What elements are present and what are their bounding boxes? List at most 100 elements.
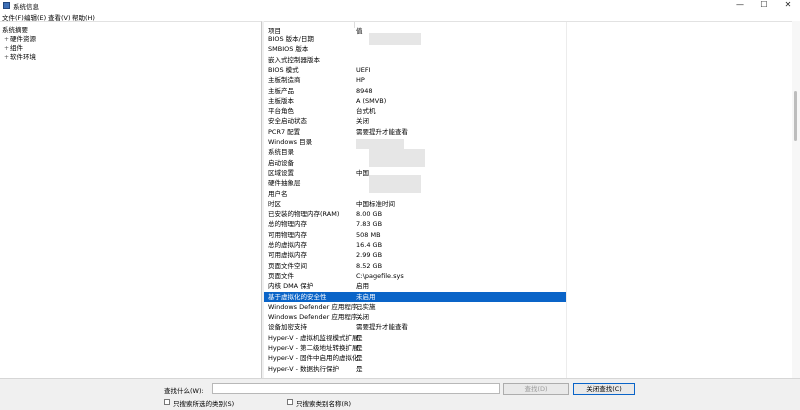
table-row[interactable]: 嵌入式控制器版本	[264, 55, 566, 65]
row-value: 是	[356, 354, 363, 363]
row-value: 中国	[356, 168, 369, 177]
row-value: 16.4 GB	[356, 241, 383, 249]
row-item-label: 平台角色	[268, 107, 294, 116]
table-row[interactable]: 基于虚拟化的安全性 未启用	[264, 291, 566, 302]
app-icon	[3, 2, 10, 9]
row-value: 已实施	[356, 302, 376, 311]
row-item-label: 系统目录	[268, 148, 294, 157]
close-find-button[interactable]: 关闭查找(C)	[573, 383, 635, 395]
redacted-block	[369, 149, 425, 167]
row-item-label: Windows 目录	[268, 138, 313, 146]
row-value: 是	[356, 344, 363, 352]
window-title: 系统信息	[13, 3, 39, 11]
scrollbar-thumb[interactable]	[794, 91, 797, 141]
table-row[interactable]: Hyper-V - 第二级地址转换扩展是	[264, 343, 566, 353]
row-item-label: 总的物理内存	[268, 220, 307, 229]
find-button[interactable]: 查找(D)	[503, 383, 569, 395]
row-value: 是	[356, 364, 363, 373]
row-value: 508 MB	[356, 230, 381, 239]
search-category-names-label: 只搜索类别名称(R)	[296, 400, 352, 408]
row-item-label: 区域设置	[268, 168, 294, 177]
row-item-label: SMBIOS 版本	[268, 45, 309, 54]
row-value: A (SMVB)	[356, 96, 387, 105]
table-row[interactable]: 主板版本 A (SMVB)	[264, 96, 566, 106]
table-row[interactable]: Windows Defender 应用程序... 关闭	[264, 312, 566, 322]
row-item-label: 可用虚拟内存	[268, 251, 307, 260]
row-item-label: 内核 DMA 保护	[268, 282, 314, 291]
row-value: 8.00 GB	[356, 210, 383, 219]
menu-bar: 文件(F) 编辑(E) 查看(V) 帮助(H)	[0, 11, 800, 22]
row-item-label: BIOS 版本/日期	[268, 35, 314, 43]
row-item-label: Hyper-V - 第二级地址转换扩展	[268, 344, 359, 352]
table-row[interactable]: Hyper-V - 虚拟机监视模式扩展是	[264, 333, 566, 343]
table-row[interactable]: Windows 目录	[264, 137, 566, 147]
row-value: C:\pagefile.sys	[356, 271, 404, 280]
row-item-label: 设备加密支持	[268, 323, 307, 332]
table-row[interactable]: Hyper-V - 数据执行保护 是	[264, 364, 566, 374]
table-row[interactable]: BIOS 模式 UEFI	[264, 65, 566, 75]
find-input[interactable]	[212, 383, 500, 394]
table-row[interactable]: 页面文件 C:\pagefile.sys	[264, 271, 566, 281]
minimize-button[interactable]: —	[728, 0, 752, 11]
find-bar: 查找什么(W): 查找(D) 关闭查找(C) 只搜索所选的类别(S) 只搜索类别…	[0, 378, 800, 410]
title-bar: 系统信息 — ☐ ✕	[0, 0, 800, 11]
table-row[interactable]: 内核 DMA 保护 启用	[264, 281, 566, 291]
row-value: 台式机	[356, 107, 376, 116]
table-row[interactable]: 已安装的物理内存(RAM) 8.00 GB	[264, 209, 566, 219]
table-row[interactable]: 可用虚拟内存 2.99 GB	[264, 250, 566, 260]
row-value: 需要提升才能查看	[356, 127, 408, 136]
table-row[interactable]: Windows Defender 应用程序... 已实施	[264, 302, 566, 312]
row-item-label: 主板产品	[268, 86, 294, 95]
row-value: UEFI	[356, 65, 371, 74]
row-item-label: 启动设备	[268, 158, 294, 167]
row-item-label: 时区	[268, 199, 281, 208]
row-value: 关闭	[356, 313, 369, 322]
row-value: 2.99 GB	[356, 251, 383, 260]
row-value: 7.83 GB	[356, 220, 383, 229]
row-value: 启用	[356, 282, 369, 291]
row-item-label: 页面文件空间	[268, 261, 307, 270]
details-table: 项目 值 BIOS 版本/日期 SMBIOS 版本 嵌入式控制器版本 BIOS 模式 U…	[264, 21, 800, 378]
table-row[interactable]: SMBIOS 版本	[264, 44, 566, 54]
row-item-label: 总的虚拟内存	[268, 241, 307, 249]
table-row[interactable]: 时区 中国标准时间	[264, 199, 566, 209]
maximize-button[interactable]: ☐	[752, 0, 776, 11]
search-category-names-checkbox[interactable]	[287, 399, 293, 405]
row-value: 需要提升才能查看	[356, 323, 408, 332]
table-row[interactable]: 总的虚拟内存 16.4 GB	[264, 240, 566, 250]
table-row[interactable]: 主板制造商 HP	[264, 75, 566, 85]
row-item-label: 页面文件	[268, 271, 294, 280]
row-item-label: 已安装的物理内存(RAM)	[268, 210, 340, 219]
tree-item-software[interactable]: +软件环境	[4, 51, 36, 61]
table-row[interactable]: 页面文件空间 8.52 GB	[264, 261, 566, 271]
row-item-label: BIOS 模式	[268, 65, 299, 74]
table-row[interactable]: 可用物理内存 508 MB	[264, 230, 566, 240]
row-item-label: 基于虚拟化的安全性	[268, 292, 327, 301]
row-item-label: 硬件抽象层	[268, 179, 301, 188]
row-value: HP	[356, 76, 365, 85]
tree-item-label: 软件环境	[10, 53, 36, 61]
search-selected-category-checkbox[interactable]	[164, 399, 170, 405]
row-item-label: Windows Defender 应用程序...	[268, 302, 364, 311]
column-divider	[566, 22, 567, 378]
row-value: 中国标准时间	[356, 199, 395, 208]
close-button[interactable]: ✕	[776, 0, 800, 11]
table-row[interactable]: 安全启动状态 关闭	[264, 116, 566, 126]
table-row[interactable]: 设备加密支持 需要提升才能查看	[264, 322, 566, 332]
category-tree: 系统摘要 +硬件资源 +组件 +软件环境	[0, 21, 262, 378]
table-row[interactable]: 总的物理内存 7.83 GB	[264, 219, 566, 229]
column-divider	[354, 22, 355, 28]
row-value: 8.52 GB	[356, 261, 383, 270]
row-item-label: Hyper-V - 数据执行保护	[268, 364, 340, 373]
row-item-label: Hyper-V - 虚拟机监视模式扩展	[268, 333, 359, 342]
table-row[interactable]: 主板产品 8948	[264, 86, 566, 96]
table-row[interactable]: Hyper-V - 固件中启用的虚拟化是	[264, 353, 566, 363]
row-item-label: 嵌入式控制器版本	[268, 55, 320, 64]
row-item-label: 用户名	[268, 189, 288, 198]
row-item-label: Hyper-V - 固件中启用的虚拟化	[268, 354, 359, 363]
row-value: 8948	[356, 86, 373, 95]
find-label: 查找什么(W):	[164, 387, 204, 395]
vertical-scrollbar[interactable]	[792, 21, 800, 378]
table-row[interactable]: PCR7 配置 需要提升才能查看	[264, 127, 566, 137]
table-row[interactable]: 平台角色 台式机	[264, 106, 566, 116]
